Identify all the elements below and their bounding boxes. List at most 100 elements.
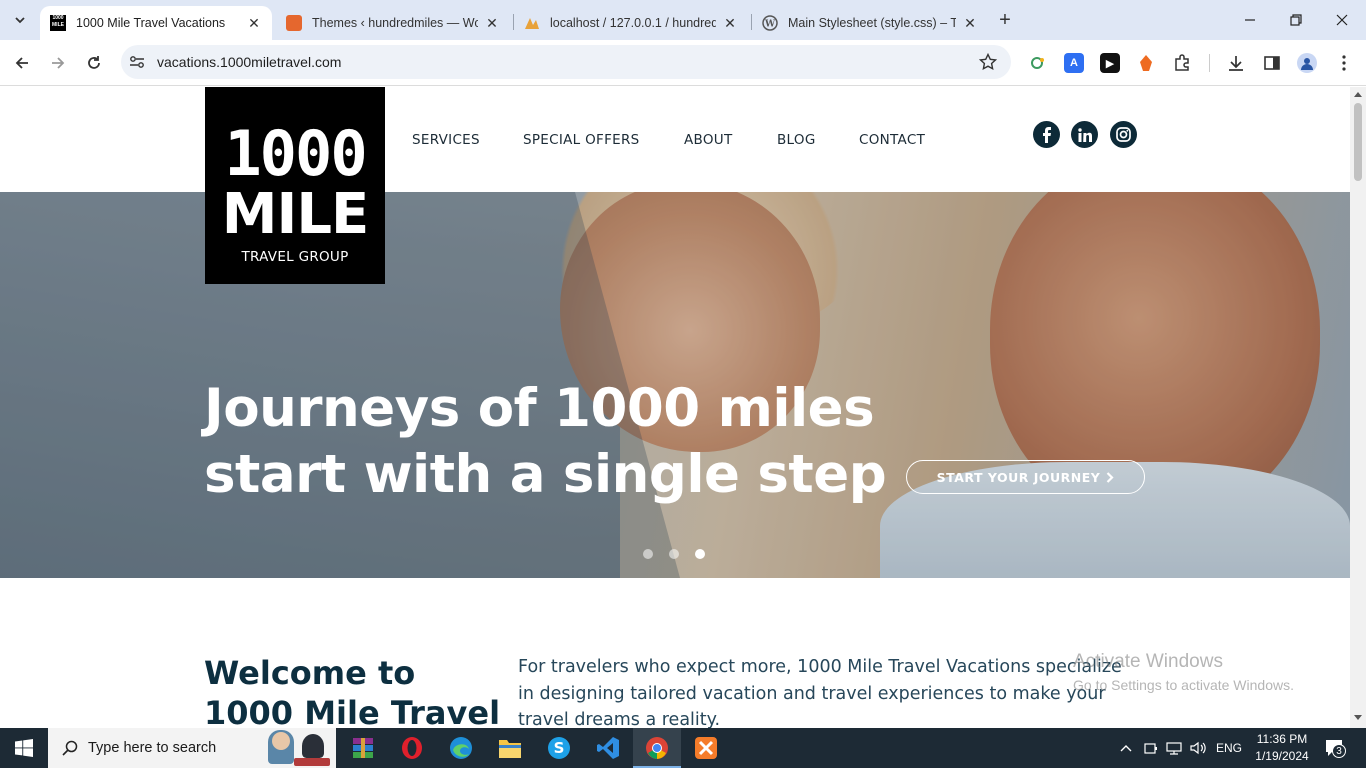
watermark-title: Activate Windows <box>1073 651 1223 672</box>
wp-site-favicon <box>286 15 302 31</box>
scrollbar-thumb[interactable] <box>1354 103 1362 181</box>
site-logo[interactable]: 1000 MILE TRAVEL GROUP <box>205 87 385 284</box>
nav-contact[interactable]: CONTACT <box>859 132 925 148</box>
phpmyadmin-favicon <box>524 15 540 31</box>
logo-line-mile: MILE <box>221 182 370 247</box>
facebook-icon[interactable] <box>1033 121 1060 148</box>
arrow-right-icon <box>52 57 65 69</box>
file-explorer-app-icon[interactable] <box>496 734 524 762</box>
toolbar-separator <box>1209 54 1210 72</box>
vscode-app-icon[interactable] <box>594 734 622 762</box>
taskbar-search-placeholder: Type here to search <box>88 740 217 756</box>
side-panel-icon[interactable] <box>1262 53 1282 73</box>
slider-dot-1[interactable] <box>643 549 653 559</box>
tab-main-stylesheet[interactable]: W Main Stylesheet (style.css) – The ✕ <box>752 6 988 40</box>
close-icon[interactable]: ✕ <box>722 15 738 31</box>
svg-text:S: S <box>554 739 565 757</box>
search-highlight-illustration <box>258 728 336 768</box>
edge-app-icon[interactable] <box>447 734 475 762</box>
opera-app-icon[interactable] <box>398 734 426 762</box>
1000-mile-favicon: 1000 MILE <box>50 15 66 31</box>
notification-center-icon[interactable]: 3 <box>1324 738 1346 763</box>
slider-dots <box>643 549 705 559</box>
language-indicator[interactable]: ENG <box>1216 741 1242 755</box>
system-clock[interactable]: 11:36 PM 1/19/2024 <box>1252 731 1312 765</box>
slider-dot-3[interactable] <box>695 549 705 559</box>
windows-logo-icon <box>15 739 33 757</box>
minimize-icon <box>1245 19 1255 21</box>
tab-title: Themes ‹ hundredmiles — Wor <box>312 16 478 30</box>
intro-paragraph: For travelers who expect more, 1000 Mile… <box>518 657 1122 728</box>
nav-services[interactable]: SERVICES <box>412 132 480 148</box>
slider-dot-2[interactable] <box>669 549 679 559</box>
chevron-up-icon[interactable] <box>1120 744 1132 752</box>
download-icon[interactable] <box>1226 53 1246 73</box>
xampp-app-icon[interactable] <box>692 734 720 762</box>
back-button[interactable] <box>10 51 34 75</box>
tab-phpmyadmin[interactable]: localhost / 127.0.0.1 / hundredm ✕ <box>514 6 748 40</box>
tab-themes[interactable]: Themes ‹ hundredmiles — Wor ✕ <box>276 6 510 40</box>
close-icon[interactable]: ✕ <box>246 15 262 31</box>
chrome-app-icon[interactable] <box>643 734 671 762</box>
chevron-down-icon <box>15 17 25 24</box>
volume-icon[interactable] <box>1190 741 1206 755</box>
hero-headline: Journeys of 1000 miles start with a sing… <box>204 376 904 508</box>
extension-dark-icon[interactable]: ▶ <box>1100 53 1120 73</box>
profile-avatar-icon[interactable] <box>1297 53 1317 73</box>
close-icon <box>1336 14 1348 26</box>
tab-1000-mile-travel[interactable]: 1000 MILE 1000 Mile Travel Vacations ✕ <box>40 6 272 40</box>
system-tray: ENG <box>1120 728 1242 768</box>
clock-time: 11:36 PM <box>1256 732 1308 746</box>
close-icon[interactable]: ✕ <box>484 15 500 31</box>
windows-taskbar: Type here to search S ENG 11:36 PM 1/19/… <box>0 728 1366 768</box>
search-icon <box>62 740 78 756</box>
browser-tab-strip: 1000 MILE 1000 Mile Travel Vacations ✕ Th… <box>0 0 1366 40</box>
tab-title: localhost / 127.0.0.1 / hundredm <box>550 16 716 30</box>
extensions-puzzle-icon[interactable] <box>1172 53 1192 73</box>
site-info-icon[interactable] <box>129 55 145 69</box>
extension-google-lens-icon[interactable] <box>1028 53 1048 73</box>
chevron-right-icon <box>1107 471 1114 483</box>
hero-slider: Journeys of 1000 miles start with a sing… <box>0 192 1350 578</box>
bookmark-star-icon[interactable] <box>979 53 997 71</box>
instagram-icon[interactable] <box>1110 121 1137 148</box>
close-window-button[interactable] <box>1330 8 1354 32</box>
forward-button[interactable] <box>46 51 70 75</box>
skype-app-icon[interactable]: S <box>545 734 573 762</box>
start-button[interactable] <box>0 728 48 768</box>
winrar-app-icon[interactable] <box>349 734 377 762</box>
address-bar[interactable]: vacations.1000miletravel.com <box>121 45 1011 79</box>
kebab-menu-icon[interactable] <box>1334 53 1354 73</box>
hero-headline-line-2: start with a single step <box>204 444 887 505</box>
wordpress-favicon: W <box>762 15 778 31</box>
reload-button[interactable] <box>82 51 106 75</box>
start-journey-label: START YOUR JOURNEY <box>936 469 1101 485</box>
network-icon[interactable] <box>1166 741 1182 755</box>
extension-orange-icon[interactable] <box>1136 53 1156 73</box>
logo-line-1000: 1000 <box>224 117 367 190</box>
svg-text:W: W <box>764 20 776 30</box>
linkedin-icon[interactable] <box>1071 121 1098 148</box>
scroll-down-icon[interactable] <box>1354 715 1362 721</box>
start-journey-button[interactable]: START YOUR JOURNEY <box>906 460 1145 494</box>
scroll-up-icon[interactable] <box>1354 91 1362 97</box>
minimize-button[interactable] <box>1238 8 1262 32</box>
hero-headline-line-1: Journeys of 1000 miles <box>204 378 875 439</box>
nav-blog[interactable]: BLOG <box>777 132 816 148</box>
welcome-heading: Welcome to 1000 Mile Travel <box>204 653 500 728</box>
clock-date: 1/19/2024 <box>1255 749 1309 763</box>
close-icon[interactable]: ✕ <box>962 15 978 31</box>
tab-title: 1000 Mile Travel Vacations <box>76 16 226 30</box>
notification-count: 3 <box>1332 744 1346 758</box>
nav-special-offers[interactable]: SPECIAL OFFERS <box>523 132 640 148</box>
battery-icon[interactable] <box>1144 741 1158 755</box>
taskbar-search-box[interactable]: Type here to search <box>48 728 336 768</box>
activate-windows-watermark: Activate Windows Go to Settings to activ… <box>1073 651 1294 693</box>
restore-button[interactable] <box>1284 8 1308 32</box>
nav-about[interactable]: ABOUT <box>684 132 733 148</box>
tab-search-button[interactable] <box>8 8 32 32</box>
extension-translate-icon[interactable]: A <box>1064 53 1084 73</box>
page-scrollbar[interactable] <box>1350 87 1366 728</box>
reload-icon <box>88 56 100 69</box>
new-tab-button[interactable]: + <box>994 10 1016 32</box>
